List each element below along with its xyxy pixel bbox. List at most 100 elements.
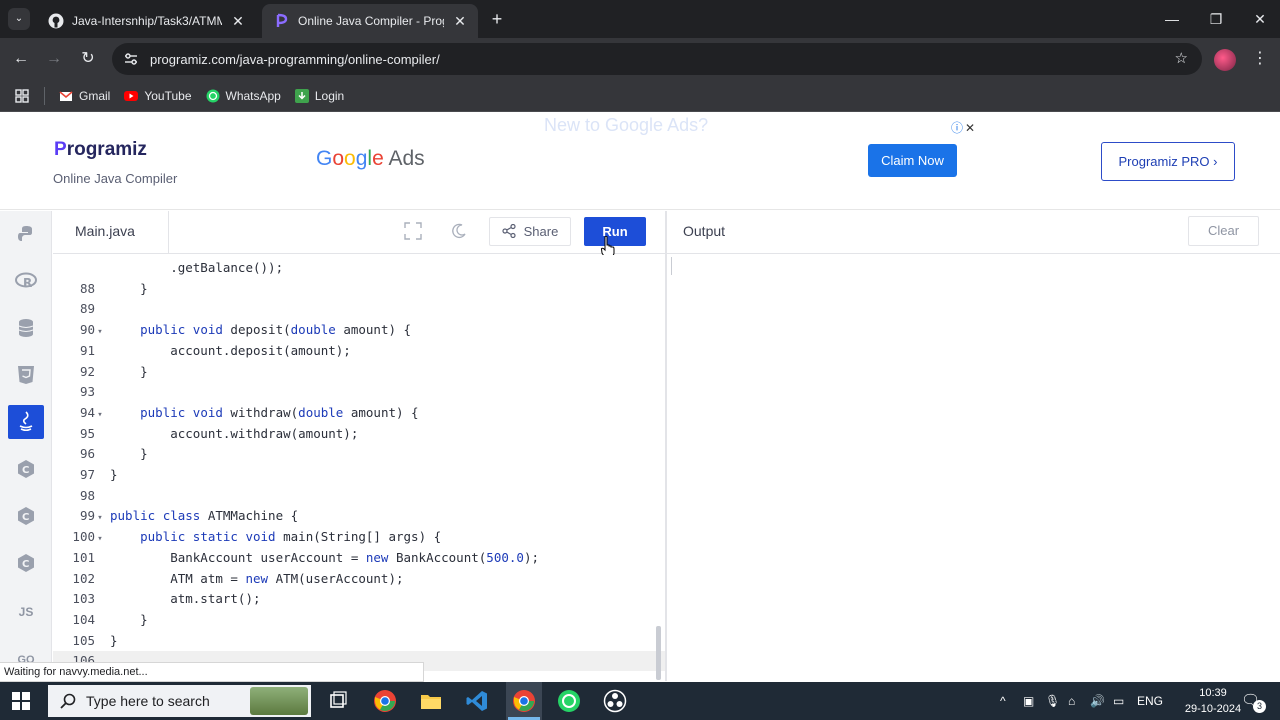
battery-icon[interactable]: ▭	[1113, 682, 1124, 720]
file-explorer-icon[interactable]	[419, 689, 443, 713]
csharp-icon[interactable]: C	[8, 546, 44, 580]
svg-text:R: R	[23, 276, 32, 290]
js-icon[interactable]: JS	[8, 595, 44, 629]
windows-start-icon[interactable]	[12, 692, 30, 710]
bookmark-youtube[interactable]: YouTube	[124, 89, 192, 103]
code-line[interactable]: 90 ▾ public void deposit(double amount) {	[53, 320, 665, 340]
output-console[interactable]	[667, 255, 1280, 681]
minimize-icon[interactable]: —	[1150, 0, 1194, 38]
g-letter: o	[332, 147, 345, 170]
code-line[interactable]: 92 }	[53, 362, 665, 382]
code-line[interactable]: 98	[53, 486, 665, 506]
youtube-icon	[124, 90, 139, 101]
code-line[interactable]: 102 ATM atm = new ATM(userAccount);	[53, 569, 665, 589]
c-icon[interactable]: C	[8, 452, 44, 486]
file-tab-main-java[interactable]: Main.java	[53, 211, 169, 253]
code-line[interactable]: 93	[53, 382, 665, 402]
html-icon[interactable]	[8, 358, 44, 392]
code-editor[interactable]: .getBalance()); 88 } 89 90 ▾ public void dep…	[53, 255, 665, 681]
code-line[interactable]: 99 ▾ public class ATMMachine {	[53, 506, 665, 526]
clock-time: 10:39	[1199, 687, 1227, 699]
code-line[interactable]: 101 BankAccount userAccount = new BankAc…	[53, 548, 665, 568]
programiz-logo[interactable]: Programiz	[54, 139, 147, 161]
back-icon[interactable]: ←	[9, 47, 33, 71]
volume-icon[interactable]: 🔊	[1090, 682, 1105, 720]
bookmark-star-icon[interactable]: ☆	[1175, 49, 1188, 67]
profile-avatar[interactable]	[1214, 49, 1236, 71]
new-tab-button[interactable]: +	[486, 8, 508, 30]
programiz-pro-button[interactable]: Programiz PRO ›	[1101, 142, 1235, 181]
code-line[interactable]: .getBalance());	[53, 258, 665, 278]
code-line[interactable]: 95 account.withdraw(amount);	[53, 424, 665, 444]
obs-icon[interactable]	[603, 689, 627, 713]
fold-chevron-icon[interactable]: ▾	[95, 405, 105, 425]
reload-icon[interactable]: ↻	[76, 47, 100, 71]
line-number: 101	[72, 549, 95, 565]
code-line[interactable]: 88 }	[53, 279, 665, 299]
whatsapp-icon	[206, 89, 219, 102]
close-window-icon[interactable]: ✕	[1238, 0, 1280, 38]
bookmark-gmail[interactable]: Gmail	[59, 89, 110, 103]
site-header: Programiz Online Java Compiler New to Go…	[0, 113, 1280, 210]
google-ads-logo[interactable]: Google Ads	[316, 147, 425, 171]
bookmark-whatsapp[interactable]: WhatsApp	[206, 89, 281, 103]
code-text: public class ATMMachine {	[110, 508, 299, 524]
logo-p: P	[54, 139, 67, 160]
code-line[interactable]: 100 ▾ public static void main(String[] ar…	[53, 527, 665, 547]
claim-now-button[interactable]: Claim Now	[868, 144, 957, 177]
task-view-icon[interactable]	[326, 689, 350, 713]
output-header: Output Clear	[667, 211, 1280, 254]
java-icon[interactable]	[8, 405, 44, 439]
cpp-icon[interactable]: C	[8, 499, 44, 533]
fold-chevron-icon[interactable]: ▾	[95, 529, 105, 549]
fold-chevron-icon[interactable]: ▾	[95, 322, 105, 342]
clear-button[interactable]: Clear	[1188, 216, 1259, 246]
code-line[interactable]: 103 atm.start();	[53, 589, 665, 609]
forward-icon[interactable]: →	[42, 47, 66, 71]
network-icon[interactable]: ⌂	[1068, 682, 1075, 720]
editor-scrollbar[interactable]	[656, 626, 661, 680]
language-indicator[interactable]: ENG	[1137, 682, 1163, 720]
meet-now-icon[interactable]: ▣	[1023, 682, 1034, 720]
tab-programiz[interactable]: Online Java Compiler - Program ✕	[262, 4, 478, 38]
microphone-icon[interactable]: 🎙	[1045, 682, 1060, 720]
code-line[interactable]: 104 }	[53, 610, 665, 630]
ad-choices-icon[interactable]: ⓘ ✕	[951, 119, 975, 136]
code-text: public static void main(String[] args) {	[140, 529, 442, 545]
fullscreen-icon[interactable]	[398, 217, 428, 246]
g-letter: e	[372, 147, 384, 170]
vscode-icon[interactable]	[465, 689, 489, 713]
python-icon[interactable]	[8, 217, 44, 251]
bookmark-divider	[44, 86, 45, 105]
code-line[interactable]: 97}	[53, 465, 665, 485]
close-tab-icon[interactable]: ✕	[230, 13, 246, 30]
restore-icon[interactable]: ❐	[1194, 0, 1238, 38]
show-hidden-icons[interactable]: ^	[1000, 682, 1006, 720]
code-line[interactable]: 94 ▾ public void withdraw(double amount) …	[53, 403, 665, 423]
r-icon[interactable]: R	[8, 264, 44, 298]
code-line[interactable]: 91 account.deposit(amount);	[53, 341, 665, 361]
sql-icon[interactable]	[8, 311, 44, 345]
site-info-icon[interactable]	[124, 52, 138, 66]
taskbar-search[interactable]: Type here to search	[48, 685, 311, 717]
line-number: 102	[72, 570, 95, 586]
line-number: 94	[79, 404, 95, 420]
address-bar[interactable]: programiz.com/java-programming/online-co…	[112, 43, 1202, 75]
run-button[interactable]: Run	[584, 217, 646, 246]
chrome-icon[interactable]	[373, 689, 397, 713]
chrome-active-icon[interactable]	[512, 689, 536, 713]
whatsapp-app-icon[interactable]	[557, 689, 581, 713]
code-line[interactable]: 89	[53, 299, 665, 319]
bookmark-login[interactable]: Login	[294, 88, 344, 103]
apps-grid-icon[interactable]	[14, 88, 30, 104]
code-line[interactable]: 105}	[53, 631, 665, 651]
browser-menu-icon[interactable]: ⋮	[1252, 48, 1268, 68]
system-clock[interactable]: 10:39 29-10-2024	[1180, 685, 1246, 717]
dark-mode-icon[interactable]	[444, 217, 474, 246]
close-tab-icon[interactable]: ✕	[452, 13, 468, 30]
tab-github[interactable]: Java-Intersnhip/Task3/ATMMac ✕	[36, 4, 256, 38]
tab-search-icon[interactable]: ⌄	[8, 8, 30, 30]
share-button[interactable]: Share	[489, 217, 571, 246]
fold-chevron-icon[interactable]: ▾	[95, 508, 105, 528]
code-line[interactable]: 96 }	[53, 444, 665, 464]
